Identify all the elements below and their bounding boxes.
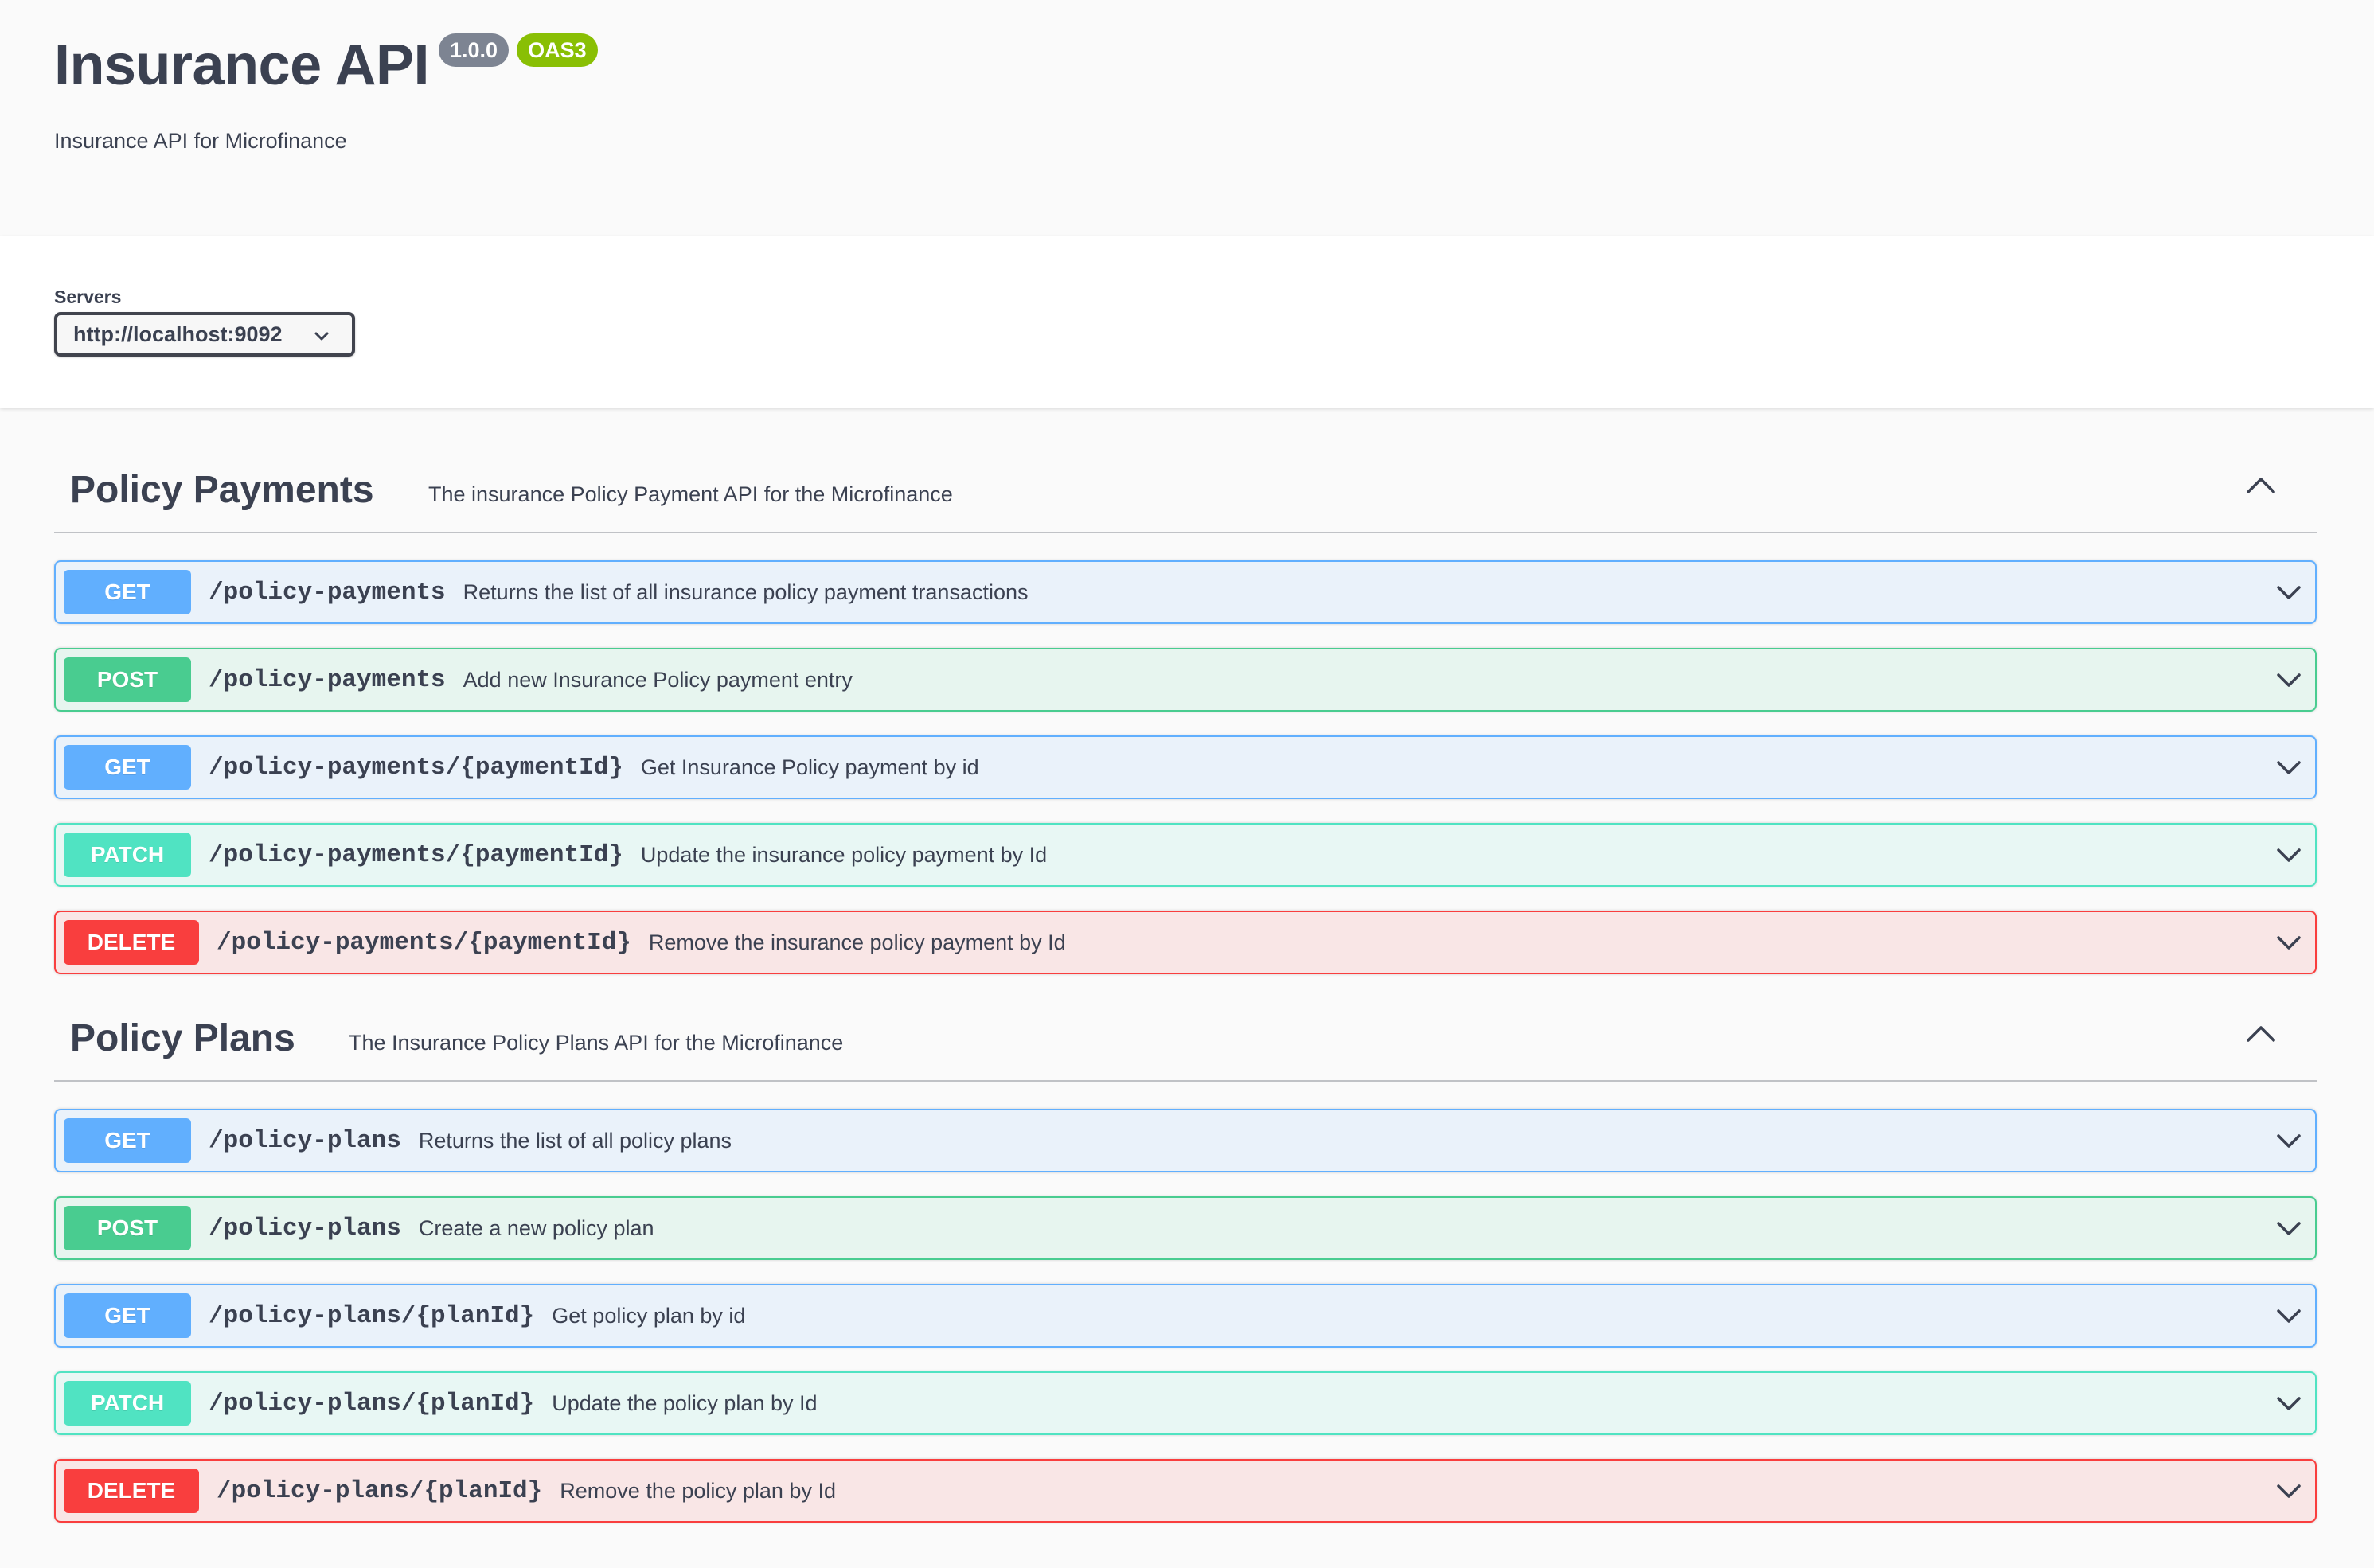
operation-summary: Get Insurance Policy payment by id <box>640 755 979 779</box>
operation-summary: Update the insurance policy payment by I… <box>640 842 1048 867</box>
tag-description: The Insurance Policy Plans API for the M… <box>349 1031 844 1055</box>
version-badge: 1.0.0 <box>439 33 510 67</box>
operation-path: /policy-plans <box>209 1126 401 1155</box>
tag-section: Policy Plans The Insurance Policy Plans A… <box>54 985 2317 1523</box>
operation-summary: Returns the list of all insurance policy… <box>463 579 1029 604</box>
method-badge: PATCH <box>64 1381 191 1426</box>
operation-summary: Update the policy plan by Id <box>552 1391 818 1415</box>
operation-patch[interactable]: PATCH/policy-plans/{planId} Update the po… <box>54 1371 2317 1435</box>
chevron-down-icon[interactable] <box>2275 845 2302 868</box>
method-badge: GET <box>64 1293 191 1338</box>
title-row: Insurance API 1.0.0 OAS3 <box>54 29 598 102</box>
method-badge: GET <box>64 570 191 614</box>
operation-post[interactable]: POST/policy-payments Add new Insurance Po… <box>54 648 2317 712</box>
operation-path: /policy-plans/{planId} <box>217 1476 543 1505</box>
operation-summary: Remove the insurance policy payment by I… <box>648 930 1066 954</box>
operation-summary: Returns the list of all policy plans <box>418 1128 732 1153</box>
operation-summary: Create a new policy plan <box>418 1215 654 1240</box>
operation-path: /policy-payments/{paymentId} <box>217 928 631 957</box>
tag-header[interactable]: Policy Plans The Insurance Policy Plans A… <box>54 985 2317 1082</box>
chevron-up-icon[interactable] <box>2245 474 2277 499</box>
operation-path: /policy-plans/{planId} <box>209 1301 535 1330</box>
operation-summary: Remove the policy plan by Id <box>560 1478 836 1503</box>
operation-path: /policy-payments <box>209 665 446 694</box>
method-badge: GET <box>64 745 191 790</box>
operation-delete[interactable]: DELETE/policy-payments/{paymentId} Remove… <box>54 911 2317 974</box>
servers-section: Servers http://localhost:9092 <box>0 236 2374 408</box>
operation-get[interactable]: GET/policy-plans Returns the list of all … <box>54 1109 2317 1172</box>
method-badge: GET <box>64 1118 191 1163</box>
tag-header[interactable]: Policy Payments The insurance Policy Paym… <box>54 436 2317 533</box>
operation-path: /policy-payments <box>209 578 446 607</box>
chevron-down-icon[interactable] <box>2275 758 2302 781</box>
chevron-down-icon <box>312 327 331 352</box>
operation-get[interactable]: GET/policy-payments Returns the list of a… <box>54 560 2317 624</box>
oas-badge: OAS3 <box>517 33 598 67</box>
chevron-down-icon[interactable] <box>2275 1306 2302 1329</box>
operation-delete[interactable]: DELETE/policy-plans/{planId} Remove the p… <box>54 1459 2317 1523</box>
operation-path: /policy-plans/{planId} <box>209 1389 535 1418</box>
chevron-down-icon[interactable] <box>2275 1219 2302 1242</box>
operation-path: /policy-payments/{paymentId} <box>209 753 623 782</box>
api-title: Insurance API <box>54 33 430 97</box>
operation-patch[interactable]: PATCH/policy-payments/{paymentId} Update … <box>54 823 2317 887</box>
operation-path: /policy-plans <box>209 1214 401 1242</box>
server-select-value: http://localhost:9092 <box>73 322 283 346</box>
chevron-down-icon[interactable] <box>2275 670 2302 693</box>
chevron-down-icon[interactable] <box>2275 583 2302 606</box>
api-description: Insurance API for Microfinance <box>54 129 347 153</box>
tag-name: Policy Payments <box>70 469 374 511</box>
method-badge: DELETE <box>64 920 199 965</box>
operation-get[interactable]: GET/policy-payments/{paymentId} Get Insur… <box>54 735 2317 799</box>
operation-summary: Add new Insurance Policy payment entry <box>463 667 853 692</box>
method-badge: DELETE <box>64 1469 199 1513</box>
method-badge: POST <box>64 1206 191 1250</box>
chevron-down-icon[interactable] <box>2275 1481 2302 1504</box>
chevron-up-icon[interactable] <box>2245 1023 2277 1047</box>
server-select[interactable]: http://localhost:9092 <box>54 312 355 357</box>
chevron-down-icon[interactable] <box>2275 1131 2302 1154</box>
tag-name: Policy Plans <box>70 1017 295 1059</box>
operation-summary: Get policy plan by id <box>552 1303 746 1328</box>
operation-path: /policy-payments/{paymentId} <box>209 841 623 869</box>
tag-description: The insurance Policy Payment API for the… <box>428 482 953 506</box>
operation-get[interactable]: GET/policy-plans/{planId} Get policy plan… <box>54 1284 2317 1348</box>
method-badge: POST <box>64 657 191 702</box>
method-badge: PATCH <box>64 833 191 877</box>
chevron-down-icon[interactable] <box>2275 1394 2302 1417</box>
info-section: Insurance API 1.0.0 OAS3 Insurance API f… <box>0 0 2374 236</box>
chevron-down-icon[interactable] <box>2275 933 2302 956</box>
tag-section: Policy Payments The insurance Policy Paym… <box>54 436 2317 974</box>
servers-label: Servers <box>54 287 122 307</box>
operation-post[interactable]: POST/policy-plans Create a new policy pla… <box>54 1196 2317 1260</box>
